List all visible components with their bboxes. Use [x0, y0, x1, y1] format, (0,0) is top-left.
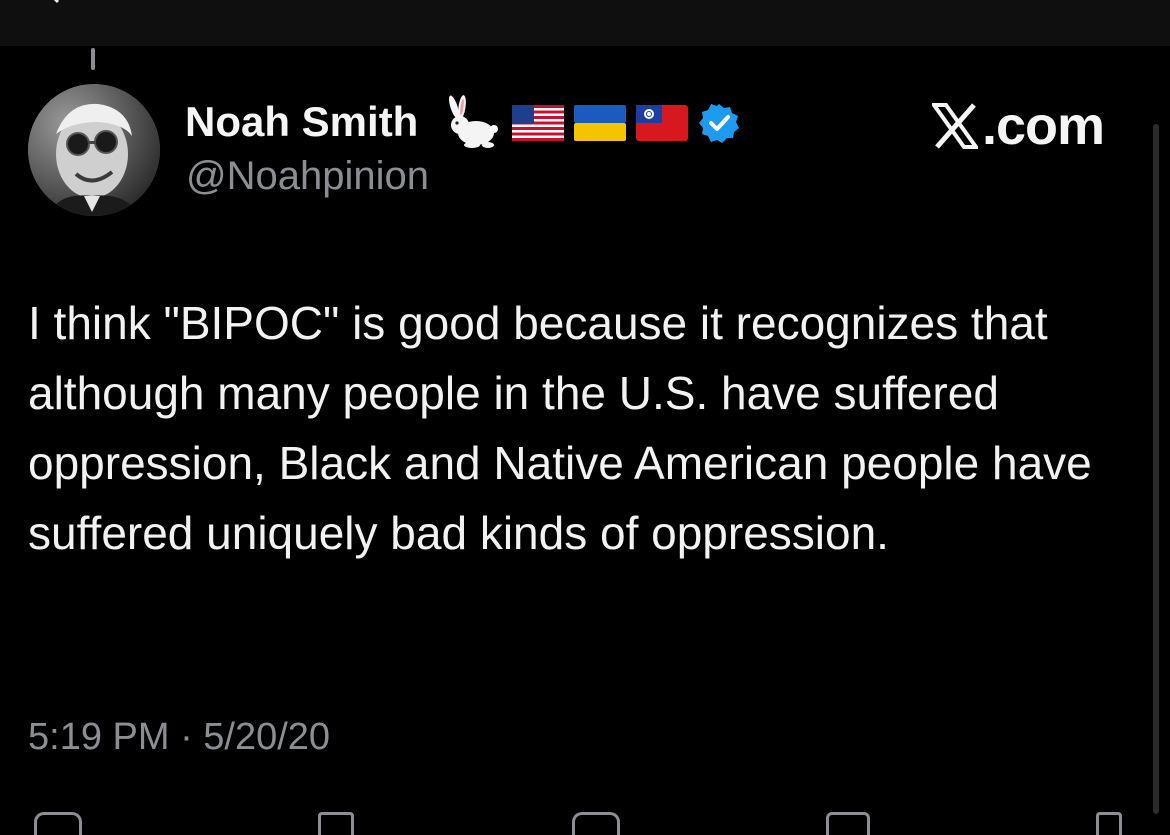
author-handle[interactable]: @Noahpinion — [186, 154, 429, 199]
us-flag-icon — [512, 105, 564, 141]
ukraine-flag-icon — [574, 105, 626, 141]
action-bar — [0, 808, 1170, 835]
repost-icon[interactable] — [318, 812, 354, 835]
tweet-text: I think "BIPOC" is good because it recog… — [28, 297, 1092, 559]
bookmark-icon[interactable] — [826, 812, 870, 835]
top-bar — [0, 0, 1170, 46]
back-arrow-icon[interactable] — [44, 0, 64, 4]
verified-badge-icon — [699, 104, 739, 143]
rabbit-emoji-icon — [449, 95, 498, 148]
scrollbar[interactable] — [1153, 124, 1159, 814]
avatar-image — [28, 84, 160, 216]
taiwan-flag-icon — [636, 105, 688, 141]
author-badges — [444, 95, 750, 151]
tweet-timestamp[interactable]: 5:19 PM · 5/20/20 — [28, 716, 330, 759]
brand-watermark: .com — [932, 95, 1105, 157]
reply-icon[interactable] — [34, 812, 82, 835]
avatar[interactable] — [28, 84, 160, 216]
share-icon[interactable] — [1096, 812, 1122, 835]
author-display-name[interactable]: Noah Smith — [185, 98, 418, 146]
thread-connector-line — [91, 48, 95, 70]
x-logo-icon — [932, 103, 978, 149]
like-icon[interactable] — [572, 812, 620, 835]
brand-text: .com — [982, 96, 1105, 156]
